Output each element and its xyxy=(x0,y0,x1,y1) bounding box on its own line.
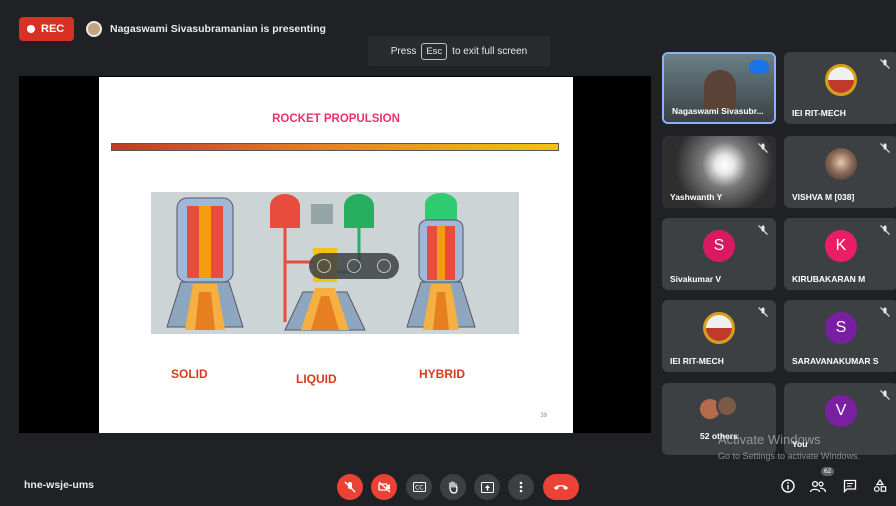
slide-title: ROCKET PROPULSION xyxy=(272,113,400,125)
participant-tile[interactable]: K KIRUBAKARAN M xyxy=(784,218,896,290)
end-call-icon xyxy=(554,485,568,490)
avatar-letter: V xyxy=(835,402,847,419)
participant-name: IEI RIT-MECH xyxy=(670,356,724,366)
participant-name: IEI RIT-MECH xyxy=(792,108,846,118)
remove-icon[interactable] xyxy=(377,259,391,273)
participant-tile[interactable]: S SARAVANAKUMAR S xyxy=(784,300,896,372)
avatar-letter: K xyxy=(835,237,847,254)
presentation-slide: ROCKET PROPULSION SOLID LIQUID HYBRID 39 xyxy=(99,77,573,433)
participant-tile[interactable]: VISHVA M [038] xyxy=(784,136,896,208)
meeting-info-button[interactable] xyxy=(779,477,797,495)
slide-title-bar xyxy=(111,143,559,151)
captions-button[interactable]: CC xyxy=(406,474,432,500)
participant-tile[interactable]: IEI RIT-MECH xyxy=(662,300,776,372)
presentation-stage: ROCKET PROPULSION SOLID LIQUID HYBRID 39 xyxy=(19,76,651,433)
label-solid: SOLID xyxy=(171,367,208,381)
participant-name: VISHVA M [038] xyxy=(792,192,855,202)
participant-name: SARAVANAKUMAR S xyxy=(792,356,879,366)
participant-avatar: K xyxy=(825,230,857,262)
participant-avatar: S xyxy=(825,312,857,344)
slide-number: 39 xyxy=(540,413,547,419)
others-avatar xyxy=(716,395,738,417)
recording-label: REC xyxy=(41,23,65,35)
activate-windows-title: Activate Windows xyxy=(718,432,821,447)
participant-name: Nagaswami Sivasubr... xyxy=(672,106,764,116)
raise-hand-button[interactable] xyxy=(440,474,466,500)
mic-off-icon xyxy=(758,307,768,317)
chat-icon xyxy=(843,479,857,493)
chat-button[interactable] xyxy=(841,477,859,495)
present-icon xyxy=(480,481,494,493)
hint-prefix: Press xyxy=(390,45,417,57)
participant-tile[interactable]: Nagaswami Sivasubr... xyxy=(662,52,776,124)
hint-suffix: to exit full screen xyxy=(452,45,528,57)
participant-logo xyxy=(825,64,857,96)
mic-off-icon xyxy=(344,481,356,493)
person-silhouette xyxy=(704,70,736,110)
activities-icon xyxy=(873,479,887,492)
presenting-text: Nagaswami Sivasubramanian is presenting xyxy=(110,23,326,35)
participant-tile[interactable]: S Sivakumar V xyxy=(662,218,776,290)
people-icon xyxy=(809,480,827,493)
presenter-avatar xyxy=(86,21,102,37)
more-icon xyxy=(519,481,523,493)
activities-button[interactable] xyxy=(871,477,889,495)
present-button[interactable] xyxy=(474,474,500,500)
camera-toggle-button[interactable] xyxy=(371,474,397,500)
mic-off-icon xyxy=(758,225,768,235)
fullscreen-exit-hint: Press Esc to exit full screen xyxy=(368,36,550,66)
label-hybrid: HYBRID xyxy=(419,367,466,381)
esc-key: Esc xyxy=(421,42,448,60)
participant-photo xyxy=(825,148,857,180)
participant-avatar: S xyxy=(703,230,735,262)
mic-off-icon xyxy=(880,59,890,69)
captions-icon: CC xyxy=(412,482,426,492)
participant-name: Yashwanth Y xyxy=(670,192,723,202)
people-button[interactable]: 62 xyxy=(809,467,835,495)
raise-hand-icon xyxy=(449,480,458,494)
participant-tile[interactable]: IEI RIT-MECH xyxy=(784,52,896,124)
meeting-code: hne-wsje-ums xyxy=(24,479,95,491)
mic-off-icon xyxy=(880,143,890,153)
meet-window: REC Nagaswami Sivasubramanian is present… xyxy=(0,0,896,506)
participant-logo xyxy=(703,312,735,344)
more-options-button[interactable] xyxy=(508,474,534,500)
mic-off-icon xyxy=(880,225,890,235)
recording-badge[interactable]: REC xyxy=(19,17,75,41)
speaking-indicator-icon xyxy=(749,60,769,74)
presenting-indicator: Nagaswami Sivasubramanian is presenting xyxy=(86,16,326,42)
participant-avatar: V xyxy=(825,395,857,427)
people-count-badge: 62 xyxy=(821,467,835,476)
mic-off-icon xyxy=(880,307,890,317)
svg-text:CC: CC xyxy=(415,485,423,492)
bottom-bar: hne-wsje-ums CC 62 xyxy=(0,464,896,506)
others-avatars xyxy=(700,395,740,421)
mic-off-icon xyxy=(880,390,890,400)
participant-name: Sivakumar V xyxy=(670,274,722,284)
participant-tile[interactable]: Yashwanth Y xyxy=(662,136,776,208)
pin-icon[interactable] xyxy=(317,259,331,273)
record-dot-icon xyxy=(27,25,35,33)
leave-call-button[interactable] xyxy=(543,474,579,500)
info-icon xyxy=(781,479,795,493)
camera-off-icon xyxy=(377,481,390,493)
label-liquid: LIQUID xyxy=(296,372,337,386)
presentation-controls[interactable] xyxy=(309,253,399,279)
mic-toggle-button[interactable] xyxy=(337,474,363,500)
avatar-letter: S xyxy=(713,237,725,254)
participant-name: KIRUBAKARAN M xyxy=(792,274,866,284)
mute-icon[interactable] xyxy=(347,259,361,273)
activate-windows-subtitle: Go to Settings to activate Windows. xyxy=(718,451,861,461)
mic-off-icon xyxy=(758,143,768,153)
avatar-letter: S xyxy=(835,319,847,336)
solid-motor xyxy=(166,197,244,330)
